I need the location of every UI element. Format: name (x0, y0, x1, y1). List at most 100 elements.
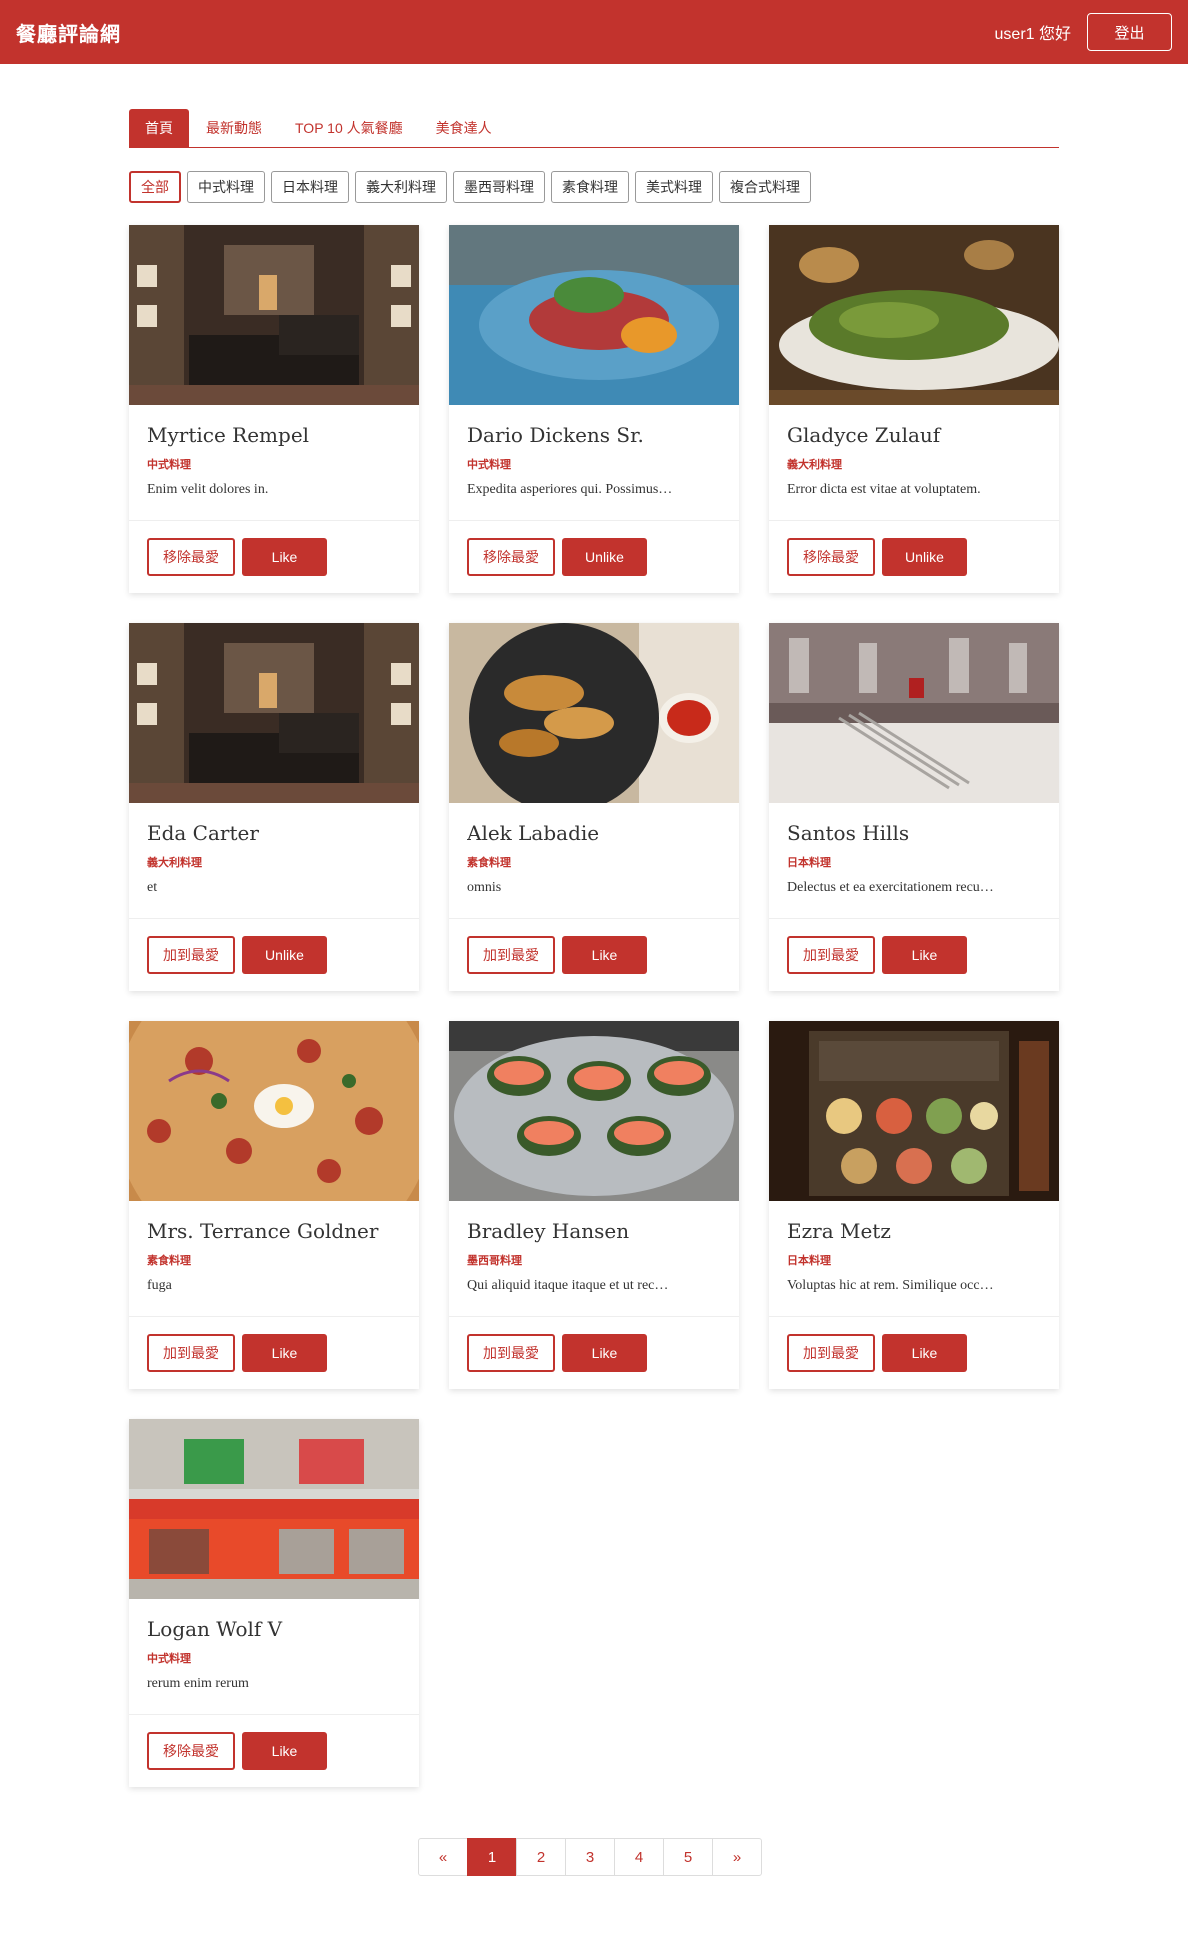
card-body: Logan Wolf V 中式料理 rerum enim rerum (129, 1599, 419, 1715)
restaurant-image[interactable] (769, 225, 1059, 405)
main-container: 首頁 最新動態 TOP 10 人氣餐廳 美食達人 全部 中式料理 日本料理 義大利料理 墨西哥… (129, 109, 1059, 1787)
restaurant-name[interactable]: Dario Dickens Sr. (467, 423, 721, 447)
category-filter-6[interactable]: 美式料理 (635, 171, 713, 203)
like-button[interactable]: Unlike (242, 936, 327, 974)
like-button[interactable]: Like (562, 1334, 647, 1372)
navbar-user-area: user1 您好 登出 (995, 13, 1172, 51)
restaurant-name[interactable]: Ezra Metz (787, 1219, 1041, 1243)
favorite-button[interactable]: 移除最愛 (467, 538, 555, 576)
restaurant-description: rerum enim rerum (147, 1676, 249, 1691)
card-footer: 移除最愛 Like (129, 521, 419, 593)
restaurant-description: Qui aliquid itaque itaque et ut rec… (467, 1278, 669, 1293)
logout-button[interactable]: 登出 (1087, 13, 1172, 51)
pagination-page-4[interactable]: 4 (614, 1838, 664, 1876)
card-body: Santos Hills 日本料理 Delectus et ea exercitat… (769, 803, 1059, 919)
user-greeting: user1 您好 (994, 26, 1071, 43)
salmon-sushi-image (449, 1021, 739, 1201)
like-button[interactable]: Like (882, 1334, 967, 1372)
restaurant-description: et (147, 880, 158, 895)
card-body: Mrs. Terrance Goldner 素食料理 fuga (129, 1201, 419, 1317)
restaurant-card: Mrs. Terrance Goldner 素食料理 fuga 加到最愛 Like (129, 1021, 419, 1389)
restaurant-name[interactable]: Gladyce Zulauf (787, 423, 1041, 447)
favorite-button[interactable]: 加到最愛 (467, 936, 555, 974)
category-filter-2[interactable]: 日本料理 (271, 171, 349, 203)
restaurant-category: 義大利料理 (147, 857, 202, 869)
category-filter-3[interactable]: 義大利料理 (355, 171, 447, 203)
favorite-button[interactable]: 加到最愛 (147, 1334, 235, 1372)
category-filter-1[interactable]: 中式料理 (187, 171, 265, 203)
restaurant-interior-image (129, 623, 419, 803)
restaurant-name[interactable]: Eda Carter (147, 821, 401, 845)
restaurant-card: Santos Hills 日本料理 Delectus et ea exercitat… (769, 623, 1059, 991)
restaurant-category: 中式料理 (147, 1653, 191, 1665)
pagination-page-3[interactable]: 3 (565, 1838, 615, 1876)
favorite-button[interactable]: 加到最愛 (467, 1334, 555, 1372)
category-filter-7[interactable]: 複合式料理 (719, 171, 811, 203)
card-body: Ezra Metz 日本料理 Voluptas hic at rem. Simili… (769, 1201, 1059, 1317)
favorite-button[interactable]: 移除最愛 (147, 1732, 235, 1770)
restaurant-description: Error dicta est vitae at voluptatem. (787, 482, 981, 497)
card-body: Alek Labadie 素食料理 omnis (449, 803, 739, 919)
restaurant-card: Logan Wolf V 中式料理 rerum enim rerum 移除最愛 Like (129, 1419, 419, 1787)
card-footer: 加到最愛 Like (129, 1317, 419, 1389)
pagination-prev[interactable]: « (418, 1838, 468, 1876)
card-footer: 加到最愛 Like (769, 1317, 1059, 1389)
category-filter-5[interactable]: 素食料理 (551, 171, 629, 203)
card-body: Gladyce Zulauf 義大利料理 Error dicta est vitae… (769, 405, 1059, 521)
tab-0[interactable]: 首頁 (129, 109, 189, 147)
like-button[interactable]: Like (242, 538, 327, 576)
card-footer: 移除最愛 Unlike (449, 521, 739, 593)
like-button[interactable]: Unlike (562, 538, 647, 576)
restaurant-card: Gladyce Zulauf 義大利料理 Error dicta est vitae… (769, 225, 1059, 593)
tab-2[interactable]: TOP 10 人氣餐廳 (279, 109, 419, 147)
restaurant-image[interactable] (449, 623, 739, 803)
like-button[interactable]: Like (242, 1732, 327, 1770)
pagination: «1 2 3 4 5» (418, 1838, 762, 1876)
restaurant-image[interactable] (129, 225, 419, 405)
pizza-image (129, 1021, 419, 1201)
favorite-button[interactable]: 加到最愛 (147, 936, 235, 974)
restaurant-category: 墨西哥料理 (467, 1255, 522, 1267)
tab-1[interactable]: 最新動態 (190, 109, 278, 147)
category-filter-4[interactable]: 墨西哥料理 (453, 171, 545, 203)
restaurant-name[interactable]: Myrtice Rempel (147, 423, 401, 447)
restaurant-image[interactable] (129, 1419, 419, 1599)
site-brand[interactable]: 餐廳評論網 (16, 18, 121, 47)
food-display-image (769, 1021, 1059, 1201)
like-button[interactable]: Like (562, 936, 647, 974)
category-filter-0[interactable]: 全部 (129, 171, 181, 203)
pagination-page-5[interactable]: 5 (663, 1838, 713, 1876)
restaurant-name[interactable]: Santos Hills (787, 821, 1041, 845)
like-button[interactable]: Like (882, 936, 967, 974)
pagination-next[interactable]: » (712, 1838, 762, 1876)
restaurant-image[interactable] (769, 1021, 1059, 1201)
restaurant-image[interactable] (449, 225, 739, 405)
favorite-button[interactable]: 移除最愛 (147, 538, 235, 576)
restaurant-image[interactable] (129, 623, 419, 803)
restaurant-description: Enim velit dolores in. (147, 482, 269, 497)
main-tabs: 首頁 最新動態 TOP 10 人氣餐廳 美食達人 (129, 109, 1059, 148)
restaurant-name[interactable]: Alek Labadie (467, 821, 721, 845)
restaurant-image[interactable] (769, 623, 1059, 803)
restaurant-card: Myrtice Rempel 中式料理 Enim velit dolores in.… (129, 225, 419, 593)
pagination-page-1[interactable]: 1 (467, 1838, 517, 1876)
restaurant-name[interactable]: Bradley Hansen (467, 1219, 721, 1243)
card-footer: 加到最愛 Like (449, 919, 739, 991)
tab-3[interactable]: 美食達人 (420, 109, 508, 147)
favorite-button[interactable]: 加到最愛 (787, 1334, 875, 1372)
restaurant-image[interactable] (129, 1021, 419, 1201)
card-body: Bradley Hansen 墨西哥料理 Qui aliquid itaque it… (449, 1201, 739, 1317)
restaurant-grid: Myrtice Rempel 中式料理 Enim velit dolores in.… (129, 225, 1059, 1787)
like-button[interactable]: Like (242, 1334, 327, 1372)
restaurant-category: 素食料理 (467, 857, 511, 869)
restaurant-name[interactable]: Logan Wolf V (147, 1617, 401, 1641)
card-body: Myrtice Rempel 中式料理 Enim velit dolores in. (129, 405, 419, 521)
favorite-button[interactable]: 移除最愛 (787, 538, 875, 576)
restaurant-name[interactable]: Mrs. Terrance Goldner (147, 1219, 401, 1243)
restaurant-image[interactable] (449, 1021, 739, 1201)
like-button[interactable]: Unlike (882, 538, 967, 576)
pagination-page-2[interactable]: 2 (516, 1838, 566, 1876)
top-navbar: 餐廳評論網 user1 您好 登出 (0, 0, 1188, 64)
restaurant-card: Dario Dickens Sr. 中式料理 Expedita asperiores… (449, 225, 739, 593)
favorite-button[interactable]: 加到最愛 (787, 936, 875, 974)
